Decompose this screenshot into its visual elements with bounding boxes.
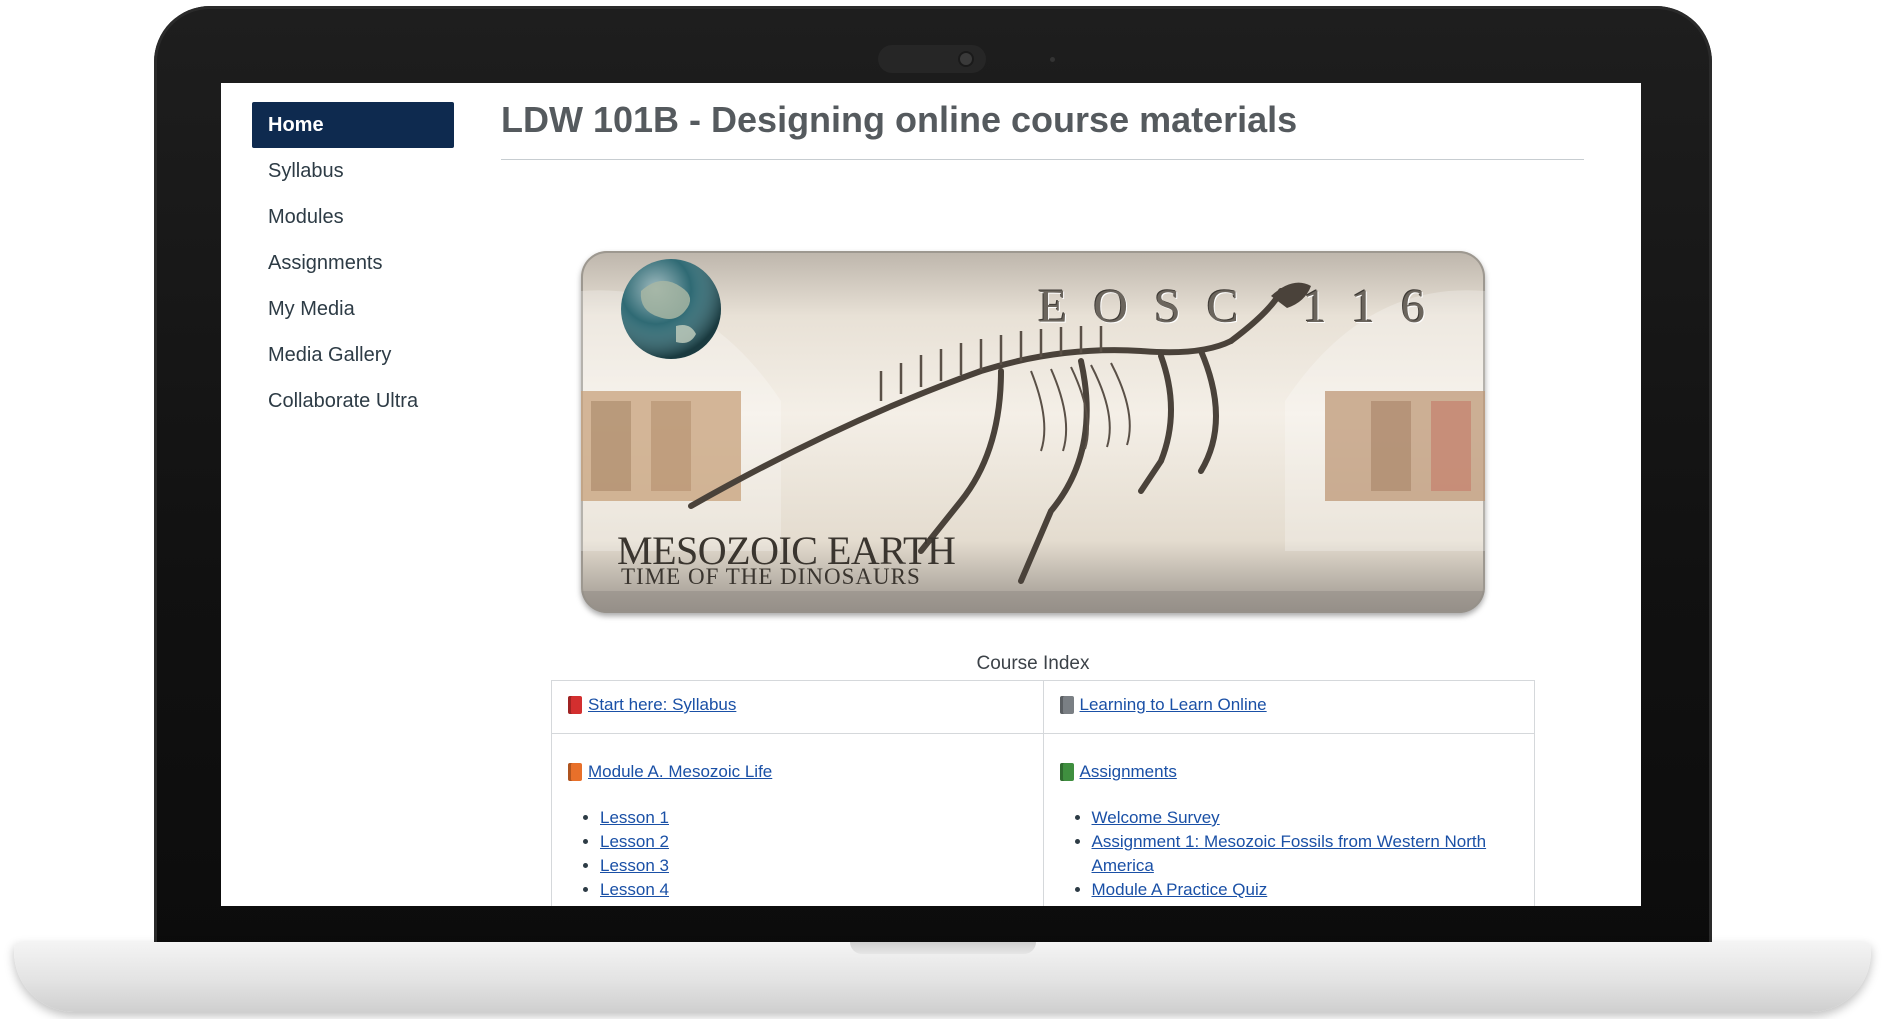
lesson-4-link[interactable]: Lesson 4 (600, 880, 669, 899)
module-a-practice-quiz-link[interactable]: Module A Practice Quiz (1092, 880, 1268, 899)
course-index-table: Start here: Syllabus Learning to Learn O… (551, 680, 1535, 906)
webcam-icon (960, 53, 972, 65)
table-cell: Start here: Syllabus (551, 680, 1044, 734)
list-item: Lesson 1 (600, 806, 1029, 830)
page-title: LDW 101B - Designing online course mater… (501, 99, 1298, 140)
list-item: Lesson 4 (600, 878, 1029, 902)
module-a-link[interactable]: Module A. Mesozoic Life (588, 762, 772, 782)
list-item: Lesson 3 (600, 854, 1029, 878)
book-icon (568, 763, 582, 781)
nav-item-my-media[interactable]: My Media (252, 286, 454, 332)
nav-item-syllabus[interactable]: Syllabus (252, 148, 454, 194)
list-item: Assignment 1: Mesozoic Fossils from West… (1092, 830, 1521, 878)
nav-item-collaborate-ultra[interactable]: Collaborate Ultra (252, 378, 454, 424)
learning-to-learn-link[interactable]: Learning to Learn Online (1080, 695, 1267, 715)
banner-subtitle: TIME OF THE DINOSAURS (621, 564, 921, 589)
camera-indicator-light (1050, 57, 1055, 62)
module-a-lesson-list: Lesson 1 Lesson 2 Lesson 3 Lesson 4 (600, 806, 1029, 902)
book-icon (1059, 696, 1074, 714)
welcome-survey-link[interactable]: Welcome Survey (1092, 808, 1220, 827)
course-navigation: Home Syllabus Modules Assignments My Med… (252, 102, 454, 424)
book-icon (1059, 763, 1074, 781)
table-cell: Learning to Learn Online (1042, 680, 1535, 734)
course-index-caption: Course Index (976, 653, 1090, 674)
list-item: Welcome Survey (1092, 806, 1521, 830)
title-divider (501, 159, 1584, 160)
table-row: Start here: Syllabus Learning to Learn O… (551, 680, 1535, 734)
banner-course-code: EOSC 116 (1038, 280, 1451, 333)
nav-item-assignments[interactable]: Assignments (252, 240, 454, 286)
list-item: Lesson 2 (600, 830, 1029, 854)
course-banner-image: EOSC 116 MESOZOIC EARTH TIME OF THE DINO… (581, 251, 1485, 613)
assignments-list: Welcome Survey Assignment 1: Mesozoic Fo… (1092, 806, 1521, 902)
table-row: Module A. Mesozoic Life Lesson 1 Lesson … (551, 733, 1535, 906)
assignments-link[interactable]: Assignments (1080, 762, 1177, 782)
lesson-3-link[interactable]: Lesson 3 (600, 856, 669, 875)
assignment-1-link[interactable]: Assignment 1: Mesozoic Fossils from West… (1092, 832, 1487, 875)
nav-item-modules[interactable]: Modules (252, 194, 454, 240)
book-icon (568, 696, 582, 714)
laptop-base-notch (850, 942, 1036, 954)
nav-item-home[interactable]: Home (252, 102, 454, 148)
table-cell: Module A. Mesozoic Life Lesson 1 Lesson … (551, 733, 1044, 906)
lesson-2-link[interactable]: Lesson 2 (600, 832, 669, 851)
list-item: Module A Practice Quiz (1092, 878, 1521, 902)
laptop-screen: Home Syllabus Modules Assignments My Med… (221, 83, 1641, 906)
lesson-1-link[interactable]: Lesson 1 (600, 808, 669, 827)
syllabus-link[interactable]: Start here: Syllabus (588, 695, 736, 715)
table-cell: Assignments Welcome Survey Assignment 1:… (1042, 733, 1535, 906)
nav-item-media-gallery[interactable]: Media Gallery (252, 332, 454, 378)
